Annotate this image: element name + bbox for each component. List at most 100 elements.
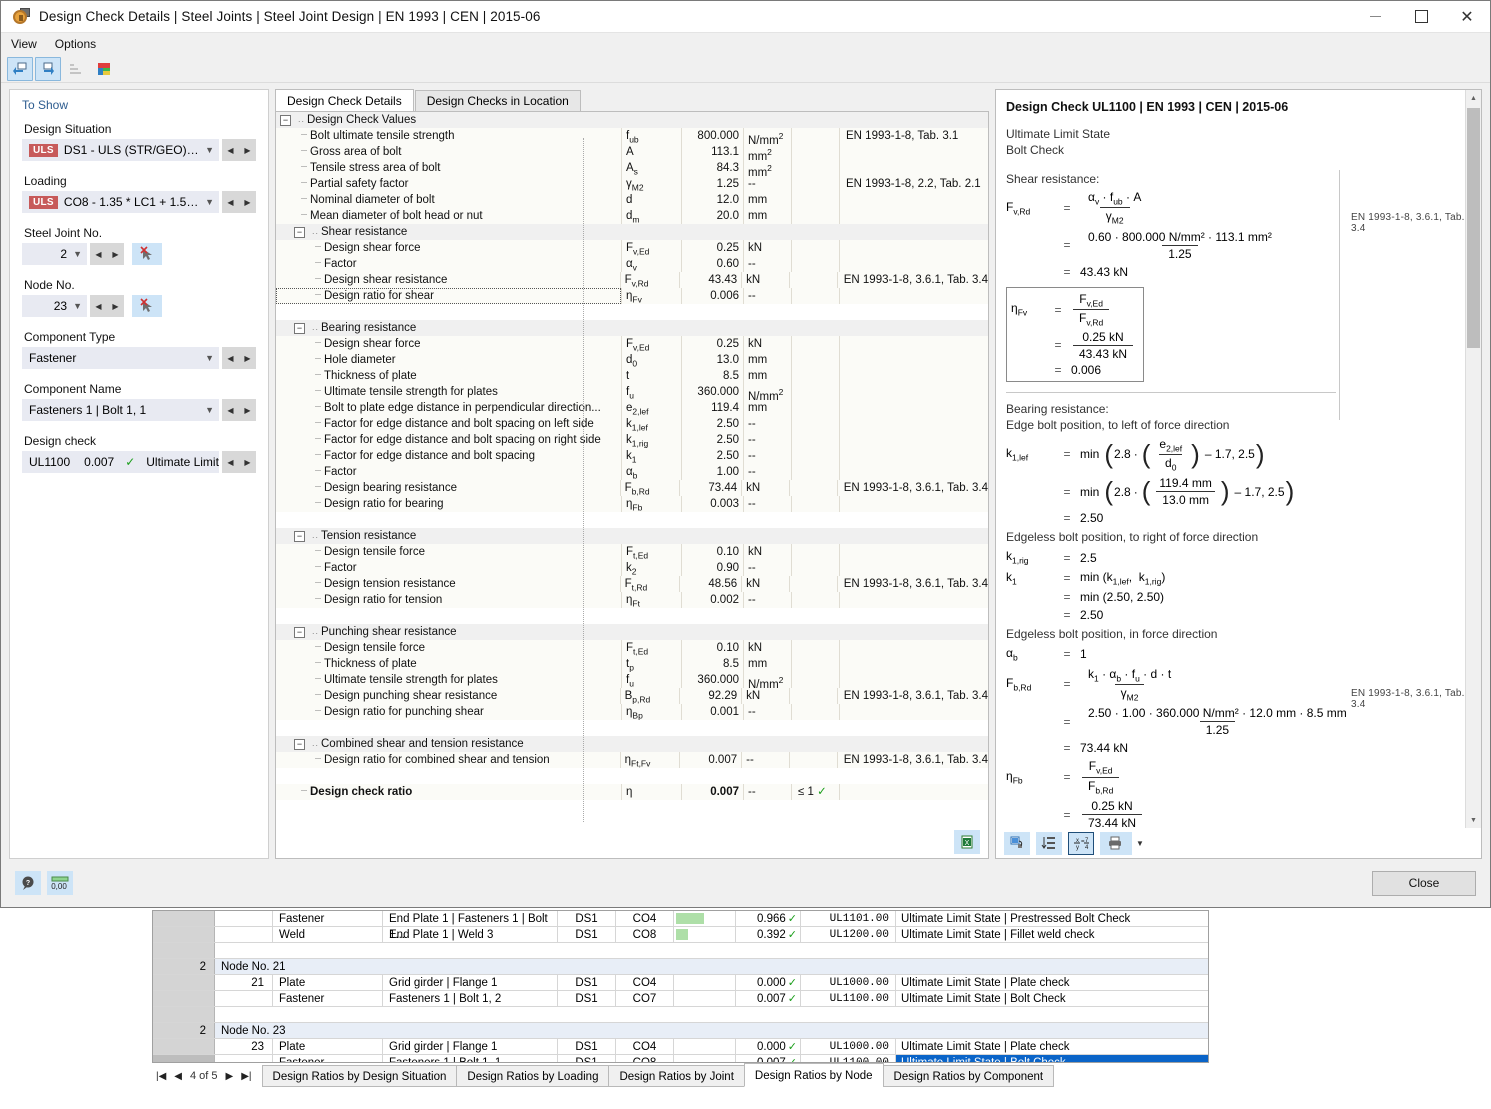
steel-joint-no-select[interactable]: 2 ▼: [22, 243, 87, 265]
bottom-tab-3[interactable]: Design Ratios by Node: [743, 1063, 884, 1087]
tree-value-row[interactable]: ┄ Gross area of bolt A 113.1 mm2: [276, 144, 988, 163]
tree-value-row[interactable]: ┄ Design ratio for tension ηFt 0.002 --: [276, 592, 988, 608]
design-check-next-button[interactable]: ▶: [239, 451, 256, 473]
tree-value-row[interactable]: ┄ Design shear force Fv,Ed 0.25 kN: [276, 336, 988, 352]
steel-joint-prev-button[interactable]: ◀: [90, 243, 107, 265]
tree-value-row[interactable]: ┄ Factor for edge distance and bolt spaci…: [276, 448, 988, 464]
tree-value-row[interactable]: ┄ Partial safety factor γM2 1.25 -- EN 1993-1…: [276, 176, 988, 192]
tree-value-row[interactable]: ┄ Tensile stress area of bolt As 84.3 mm2: [276, 160, 988, 179]
show-formulas-icon[interactable]: x y = 7 4: [1068, 831, 1094, 855]
node-no-select[interactable]: 23 ▼: [22, 295, 87, 317]
component-type-select[interactable]: Fastener ▼: [22, 347, 219, 369]
node-next-button[interactable]: ▶: [107, 295, 124, 317]
collapse-icon[interactable]: −: [294, 226, 305, 238]
tree-value-row[interactable]: ┄ Factor k2 0.90 --: [276, 560, 988, 576]
export-to-excel-icon[interactable]: X: [954, 830, 980, 854]
print-dropdown-icon[interactable]: ▼: [1136, 839, 1144, 848]
record-navigator[interactable]: |◀ ◀ 4 of 5 ▶ ▶|: [152, 1065, 256, 1087]
tree-value-row[interactable]: ┄ Design ratio for shear ηFv 0.006 --: [276, 288, 988, 304]
tree-value-row[interactable]: ┄ Factor for edge distance and bolt spaci…: [276, 432, 988, 448]
close-button[interactable]: Close: [1372, 870, 1476, 896]
steel-joint-next-button[interactable]: ▶: [107, 243, 124, 265]
detail-level-icon[interactable]: [1036, 831, 1062, 855]
component-name-next-button[interactable]: ▶: [239, 399, 256, 421]
loading-prev-button[interactable]: ◀: [222, 191, 239, 213]
chevron-down-icon[interactable]: ▼: [205, 353, 214, 363]
copy-to-clipboard-icon[interactable]: [1004, 831, 1030, 855]
component-name-prev-button[interactable]: ◀: [222, 399, 239, 421]
tree-group-row[interactable]: − ‥ Combined shear and tension resistance: [276, 736, 988, 752]
bottom-tab-0[interactable]: Design Ratios by Design Situation: [261, 1065, 458, 1087]
tree-value-row[interactable]: ┄ Ultimate tensile strength for plates fu 3…: [276, 384, 988, 403]
tree-value-row[interactable]: ┄ Nominal diameter of bolt d 12.0 mm: [276, 192, 988, 208]
navigate-forward-icon[interactable]: [35, 56, 61, 81]
help-icon[interactable]: ?: [15, 871, 41, 895]
chevron-down-icon[interactable]: ▼: [73, 301, 82, 311]
tree-value-row[interactable]: ┄ Thickness of plate t 8.5 mm: [276, 368, 988, 384]
design-situation-select[interactable]: ULS DS1 - ULS (STR/GEO) - Perm... ▼: [22, 139, 219, 161]
tree-value-row[interactable]: ┄ Design shear force Fv,Ed 0.25 kN: [276, 240, 988, 256]
bottom-tab-2[interactable]: Design Ratios by Joint: [608, 1065, 745, 1087]
tree-value-row[interactable]: ┄ Hole diameter d0 13.0 mm: [276, 352, 988, 368]
table-row[interactable]: Fastener Fasteners 1 | Bolt 1, 2 DS1 CO7 0.0…: [153, 991, 1208, 1007]
tree-value-row[interactable]: ┄ Design ratio for punching shear ηBp 0.001…: [276, 704, 988, 720]
tree-group-row[interactable]: − ‥ Design Check Values: [276, 112, 988, 128]
chevron-down-icon[interactable]: ▼: [205, 197, 214, 207]
color-diagram-icon[interactable]: [91, 57, 117, 81]
design-situation-prev-button[interactable]: ◀: [222, 139, 239, 161]
collapse-icon[interactable]: −: [294, 530, 305, 542]
decimal-places-icon[interactable]: 0,00: [47, 871, 73, 895]
bottom-tab-4[interactable]: Design Ratios by Component: [882, 1065, 1055, 1087]
collapse-icon[interactable]: −: [294, 322, 305, 334]
tree-value-row[interactable]: ┄ Thickness of plate tp 8.5 mm: [276, 656, 988, 672]
menu-item-view[interactable]: View: [11, 37, 37, 51]
tree-value-row[interactable]: ┄ Design ratio for bearing ηFb 0.003 --: [276, 496, 988, 512]
tree-group-row[interactable]: − ‥ Punching shear resistance: [276, 624, 988, 640]
table-row[interactable]: Fastener Fasteners 1 | Bolt 1, 1 DS1 CO8 0.0…: [153, 1055, 1208, 1062]
design-check-select[interactable]: UL1100 0.007 ✓ Ultimate Limit ... ▼: [22, 451, 251, 473]
chevron-down-icon[interactable]: ▼: [73, 249, 82, 259]
table-row[interactable]: Fastener End Plate 1 | Fasteners 1 | Bolt…: [153, 911, 1208, 941]
design-check-values-tree[interactable]: − ‥ Design Check Values ┄ Bolt ultimate tens…: [275, 111, 989, 859]
table-group-row[interactable]: 2 Node No. 21: [153, 959, 1208, 975]
pick-node-icon[interactable]: [132, 295, 162, 317]
close-window-button[interactable]: ✕: [1444, 1, 1490, 33]
background-table-tabs[interactable]: Design Ratios by Design Situation Design …: [261, 1063, 1055, 1087]
scroll-thumb[interactable]: [1467, 108, 1480, 348]
chevron-down-icon[interactable]: ▼: [205, 145, 214, 155]
design-check-prev-button[interactable]: ◀: [222, 451, 239, 473]
component-type-next-button[interactable]: ▶: [239, 347, 256, 369]
list-view-icon[interactable]: [63, 57, 89, 81]
tab-design-check-details[interactable]: Design Check Details: [275, 89, 414, 111]
print-icon[interactable]: [1100, 831, 1132, 855]
maximize-button[interactable]: [1398, 1, 1444, 33]
pick-steel-joint-icon[interactable]: [132, 243, 162, 265]
tree-value-row[interactable]: ┄ Factor αb 1.00 --: [276, 464, 988, 480]
bottom-tab-1[interactable]: Design Ratios by Loading: [456, 1065, 610, 1087]
tree-value-row[interactable]: ┄ Design tensile force Ft,Ed 0.10 kN: [276, 640, 988, 656]
prev-record-icon[interactable]: ◀: [174, 1071, 182, 1082]
collapse-icon[interactable]: −: [294, 626, 305, 638]
tree-group-row[interactable]: − ‥ Bearing resistance: [276, 320, 988, 336]
menu-item-options[interactable]: Options: [55, 37, 96, 51]
scroll-up-icon[interactable]: ▲: [1466, 90, 1481, 106]
table-row[interactable]: 21 Plate Grid girder | Flange 1 DS1 CO4 0.000…: [153, 975, 1208, 991]
tree-value-row[interactable]: ┄ Design shear resistance Fv,Rd 43.43 kN EN 1…: [276, 272, 988, 288]
chevron-down-icon[interactable]: ▼: [205, 405, 214, 415]
tree-value-row[interactable]: ┄ Bolt to plate edge distance in perpendi…: [276, 400, 988, 416]
table-group-row[interactable]: 2 Node No. 23: [153, 1023, 1208, 1039]
background-table-grid[interactable]: Fastener End Plate 1 | Fasteners 1 | Bolt…: [152, 910, 1209, 1063]
last-record-icon[interactable]: ▶|: [241, 1071, 251, 1082]
tab-design-checks-in-location[interactable]: Design Checks in Location: [414, 90, 581, 111]
tree-value-row[interactable]: ┄ Factor αv 0.60 --: [276, 256, 988, 272]
tree-value-row[interactable]: ┄ Mean diameter of bolt head or nut dm 20.0…: [276, 208, 988, 224]
tree-group-row[interactable]: − ‥ Shear resistance: [276, 224, 988, 240]
minimize-button[interactable]: [1352, 1, 1398, 33]
navigate-back-icon[interactable]: [7, 56, 33, 81]
tree-value-row[interactable]: ┄ Design bearing resistance Fb,Rd 73.44 kN EN…: [276, 480, 988, 496]
tree-value-row[interactable]: ┄ Bolt ultimate tensile strength fub 800.00…: [276, 128, 988, 147]
design-situation-next-button[interactable]: ▶: [239, 139, 256, 161]
collapse-icon[interactable]: −: [280, 114, 291, 126]
scroll-down-icon[interactable]: ▼: [1466, 812, 1481, 828]
component-name-select[interactable]: Fasteners 1 | Bolt 1, 1 ▼: [22, 399, 219, 421]
